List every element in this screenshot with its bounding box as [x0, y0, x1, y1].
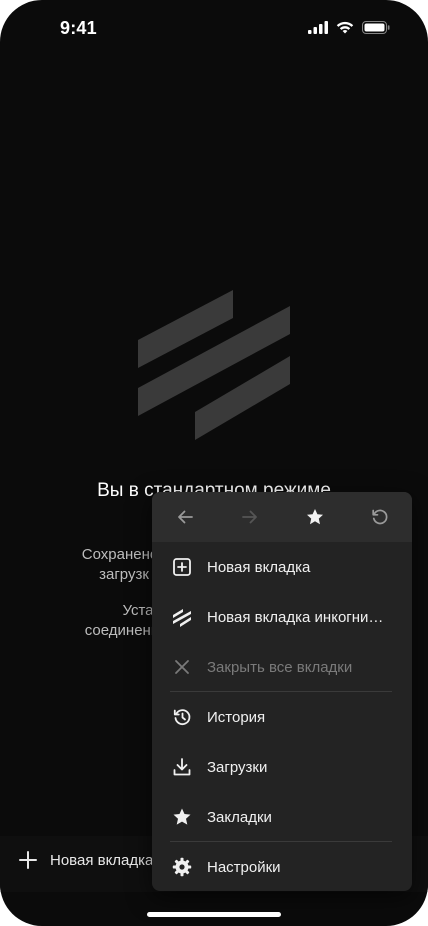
plus-square-icon	[171, 556, 193, 578]
menu-item-label: Закрыть все вкладки	[207, 658, 353, 676]
menu-item-new-incognito-tab[interactable]: Новая вкладка инкогни…	[152, 592, 412, 642]
back-icon	[177, 510, 193, 524]
menu-item-label: История	[207, 708, 266, 726]
history-icon	[171, 706, 193, 728]
menu-item-label: Настройки	[207, 858, 281, 876]
logo-icon	[138, 290, 290, 440]
home-indicator	[147, 912, 281, 917]
menu-item-label: Новая вкладка инкогни…	[207, 608, 384, 626]
bottom-new-tab-label: Новая вкладка	[50, 851, 154, 869]
forward-button[interactable]	[217, 492, 282, 542]
close-icon	[171, 656, 193, 678]
star-icon	[171, 806, 193, 828]
gear-icon	[171, 856, 193, 878]
status-icons	[308, 21, 390, 34]
status-time: 9:41	[60, 18, 97, 38]
menu-item-bookmarks[interactable]: Закладки	[152, 792, 412, 842]
star-icon	[306, 509, 323, 525]
menu-item-label: Новая вкладка	[207, 558, 311, 576]
menu-item-new-tab[interactable]: Новая вкладка	[152, 542, 412, 592]
overflow-menu: Новая вкладка Новая вкладка инкогни… Зак…	[152, 492, 412, 891]
forward-icon	[241, 510, 257, 524]
plus-icon	[19, 851, 37, 869]
download-icon	[171, 756, 193, 778]
signal-icon	[308, 21, 328, 34]
menu-item-history[interactable]: История	[152, 692, 412, 742]
status-bar: 9:41	[0, 0, 428, 56]
reload-icon	[371, 509, 387, 525]
menu-toolbar	[152, 492, 412, 542]
menu-item-label: Загрузки	[207, 758, 268, 776]
incognito-icon	[171, 606, 193, 628]
menu-item-downloads[interactable]: Загрузки	[152, 742, 412, 792]
menu-item-settings[interactable]: Настройки	[152, 842, 412, 891]
battery-icon	[362, 21, 390, 34]
menu-item-label: Закладки	[207, 808, 272, 826]
phone-screen: 9:41 Вы в стандартном режиме Сохранено з…	[0, 0, 428, 926]
wifi-icon	[336, 21, 354, 34]
bookmark-button[interactable]	[282, 492, 347, 542]
reload-button[interactable]	[347, 492, 412, 542]
menu-item-close-all-tabs[interactable]: Закрыть все вкладки	[152, 642, 412, 692]
bottom-new-tab-button[interactable]: Новая вкладка	[18, 850, 153, 870]
back-button[interactable]	[152, 492, 217, 542]
